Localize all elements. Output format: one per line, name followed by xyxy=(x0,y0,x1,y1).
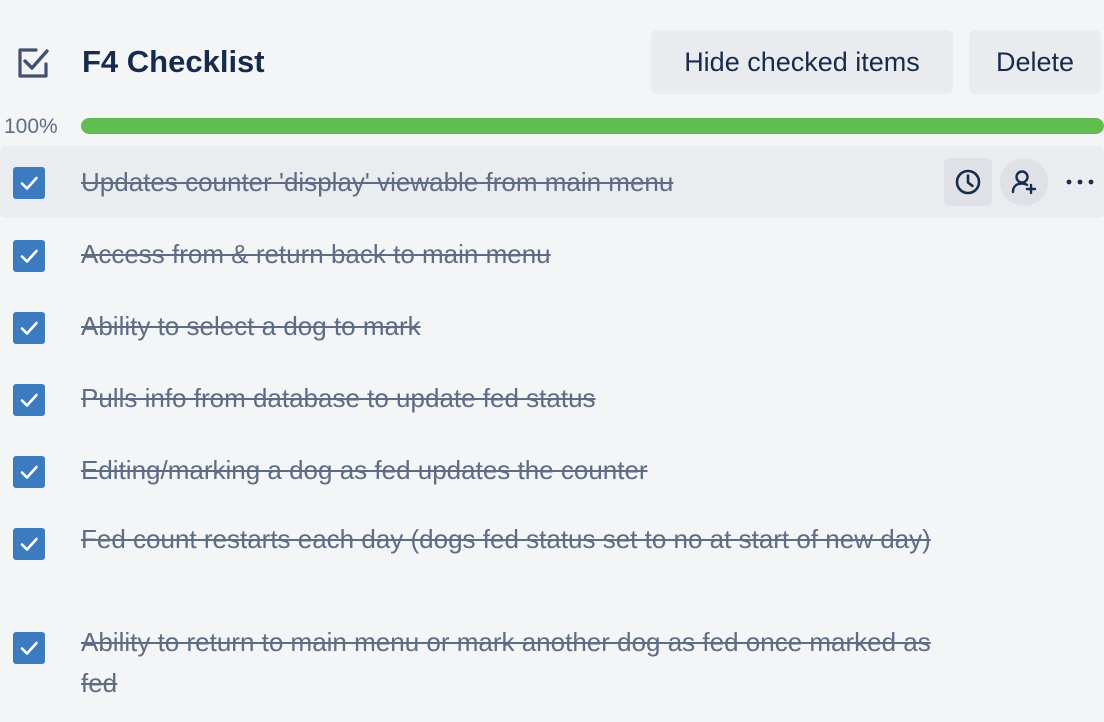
checkbox-checked[interactable] xyxy=(13,384,45,416)
checklist-item-text[interactable]: Pulls info from database to update fed s… xyxy=(81,378,941,419)
progress-percentage: 100% xyxy=(4,115,58,138)
checklist-item[interactable]: Ability to return to main menu or mark a… xyxy=(0,614,1104,714)
item-actions xyxy=(944,158,1104,206)
clock-icon[interactable] xyxy=(944,158,992,206)
checklist-item-text[interactable]: Editing/marking a dog as fed updates the… xyxy=(81,450,941,491)
checklist-item-text[interactable]: Ability to return to main menu or mark a… xyxy=(81,622,941,704)
progress-bar xyxy=(81,118,1104,134)
checklist-item[interactable]: Pulls info from database to update fed s… xyxy=(0,364,1104,434)
checkbox-checked[interactable] xyxy=(13,167,45,199)
checkbox-checked[interactable] xyxy=(13,528,45,560)
checklist-item[interactable]: Fed count restarts each day (dogs fed st… xyxy=(0,508,1104,608)
checklist-item-text[interactable]: Ability to select a dog to mark xyxy=(81,306,941,347)
more-icon[interactable] xyxy=(1056,158,1104,206)
hide-checked-items-button[interactable]: Hide checked items xyxy=(651,30,953,94)
progress-bar-fill xyxy=(81,118,1104,134)
delete-checklist-button[interactable]: Delete xyxy=(969,30,1101,94)
add-member-icon[interactable] xyxy=(1000,158,1048,206)
checklist-item-text[interactable]: Access from & return back to main menu xyxy=(81,234,941,275)
checklist-title[interactable]: F4 Checklist xyxy=(82,40,265,84)
checklist-item[interactable]: Ability to select a dog to mark xyxy=(0,292,1104,362)
checklist-item[interactable]: Editing/marking a dog as fed updates the… xyxy=(0,436,1104,506)
checkbox-checked[interactable] xyxy=(13,632,45,664)
checklist-header: F4 Checklist Hide checked items Delete xyxy=(0,0,1104,126)
checkbox-checked[interactable] xyxy=(13,240,45,272)
checklist-item[interactable]: Access from & return back to main menu xyxy=(0,220,1104,290)
checklist-item-text[interactable]: Fed count restarts each day (dogs fed st… xyxy=(81,519,941,560)
checklist-item[interactable]: Updates counter 'display' viewable from … xyxy=(0,146,1104,218)
checklist-icon xyxy=(14,44,52,82)
checklist-item-text[interactable]: Updates counter 'display' viewable from … xyxy=(81,162,941,203)
checkbox-checked[interactable] xyxy=(13,456,45,488)
checkbox-checked[interactable] xyxy=(13,312,45,344)
